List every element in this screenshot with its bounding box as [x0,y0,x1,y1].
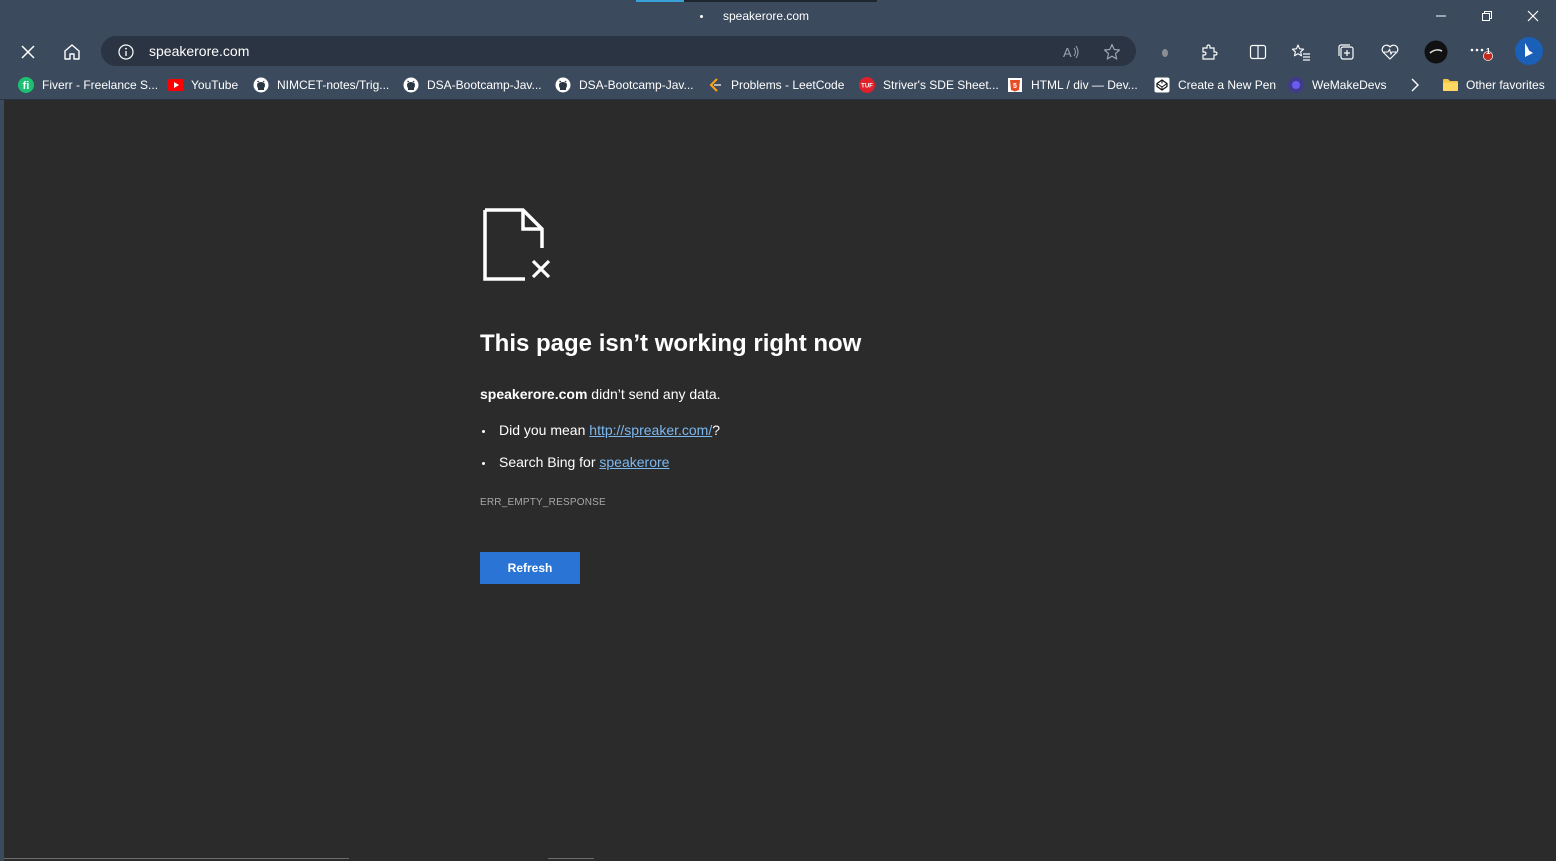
svg-text:A: A [1063,45,1072,60]
favorite-item-youtube[interactable]: YouTube [167,76,238,93]
close-icon [21,45,35,59]
favorite-item-nimcet-notes[interactable]: NIMCET-notes/Trig... [253,76,389,93]
puzzle-icon [1202,44,1218,60]
avatar-icon [1424,40,1448,64]
tab-indicator [636,0,684,2]
window-title-text: speakerore.com [723,9,810,23]
split-screen-icon [1249,44,1267,60]
error-message: didn’t send any data. [591,386,721,402]
suggested-url-link[interactable]: http://spreaker.com/ [589,422,712,438]
favorites-overflow-button[interactable] [1408,76,1422,93]
address-bar[interactable]: speakerore.com A [101,36,1136,66]
extension-blob-icon [1162,49,1168,57]
window-title: speakerore.com [700,9,809,23]
home-icon [64,44,80,60]
folder-icon [1442,77,1458,93]
favorite-item-striver-sheet[interactable]: TUF Striver's SDE Sheet... [859,76,999,93]
favorite-item-dsa-bootcamp-1[interactable]: DSA-Bootcamp-Jav... [403,76,541,93]
read-aloud-button[interactable]: A [1061,41,1083,63]
scroll-indicator [548,858,594,859]
info-icon [118,44,134,60]
html5-icon: 5 [1007,77,1023,93]
read-aloud-icon: A [1063,45,1079,60]
suggestion-did-you-mean: Did you mean http://spreaker.com/? [480,422,720,438]
stop-button[interactable] [12,36,44,68]
broken-file-icon [483,208,555,289]
codepen-icon [1154,77,1170,93]
github-icon [555,77,571,93]
chevron-right-icon [1411,78,1419,91]
notification-badge: 1 [1486,47,1491,56]
title-bar: speakerore.com [0,0,1556,34]
youtube-icon [167,77,183,93]
favorite-item-codepen[interactable]: Create a New Pen [1154,76,1276,93]
favorites-button[interactable] [1285,36,1317,68]
error-code: ERR_EMPTY_RESPONSE [480,497,606,508]
github-icon [403,77,419,93]
close-window-button[interactable] [1510,0,1556,32]
favorite-star-button[interactable] [1101,41,1123,63]
favorite-item-leetcode[interactable]: Problems - LeetCode [707,76,844,93]
scroll-indicator [4,858,349,859]
split-screen-button[interactable] [1242,36,1274,68]
restore-icon [1482,11,1492,21]
search-bing-link[interactable]: speakerore [599,454,669,470]
svg-text:fi: fi [23,80,30,92]
fiverr-icon: fi [18,76,34,93]
error-heading: This page isn’t working right now [480,330,862,357]
settings-more-button[interactable]: 1 [1466,36,1498,68]
home-button[interactable] [56,36,88,68]
star-icon [1103,43,1121,60]
error-description: speakerore.com didn’t send any data. [480,386,721,402]
github-icon [253,77,269,93]
favorite-item-html-div[interactable]: 5 HTML / div — Dev... [1007,76,1138,93]
bullet-icon [482,429,485,433]
favorite-item-wemakedevs[interactable]: WeMakeDevs [1288,76,1386,93]
refresh-button[interactable]: Refresh [480,552,580,584]
collections-button[interactable] [1330,36,1362,68]
favorites-list-icon [1291,44,1310,61]
restore-button[interactable] [1464,0,1510,32]
svg-text:5: 5 [1013,83,1017,90]
favorite-item-fiverr[interactable]: fi Fiverr - Freelance S... [18,76,158,93]
bing-icon [1515,37,1543,65]
browser-essentials-button[interactable] [1374,36,1406,68]
navigation-bar: speakerore.com A 1 [0,34,1556,70]
address-input[interactable]: speakerore.com [149,43,249,59]
suggestion-search-bing: Search Bing for speakerore [480,454,669,470]
bing-copilot-button[interactable] [1512,34,1546,68]
more-dots-icon [1470,48,1493,61]
site-info-button[interactable] [115,41,137,63]
heart-pulse-icon [1381,44,1399,60]
bullet-icon [482,461,485,465]
profile-avatar-button[interactable] [1420,36,1452,68]
other-favorites-folder[interactable]: Other favorites [1442,76,1545,93]
close-icon [1527,10,1539,22]
page-content [4,103,1556,861]
loading-dot-icon [700,15,703,19]
favorite-item-dsa-bootcamp-2[interactable]: DSA-Bootcamp-Jav... [555,76,693,93]
extensions-button[interactable] [1193,36,1225,68]
svg-text:TUF: TUF [861,83,873,89]
collections-icon [1338,44,1354,60]
minimize-icon [1436,15,1446,17]
error-host: speakerore.com [480,386,588,402]
leetcode-icon [707,77,723,93]
tuf-icon: TUF [859,76,875,93]
favorites-bar: fi Fiverr - Freelance S... YouTube NIMCE… [0,70,1556,100]
extension-button[interactable] [1149,36,1181,68]
minimize-button[interactable] [1418,0,1464,32]
wemakedevs-icon [1288,76,1304,93]
tab-strip[interactable] [684,0,877,2]
